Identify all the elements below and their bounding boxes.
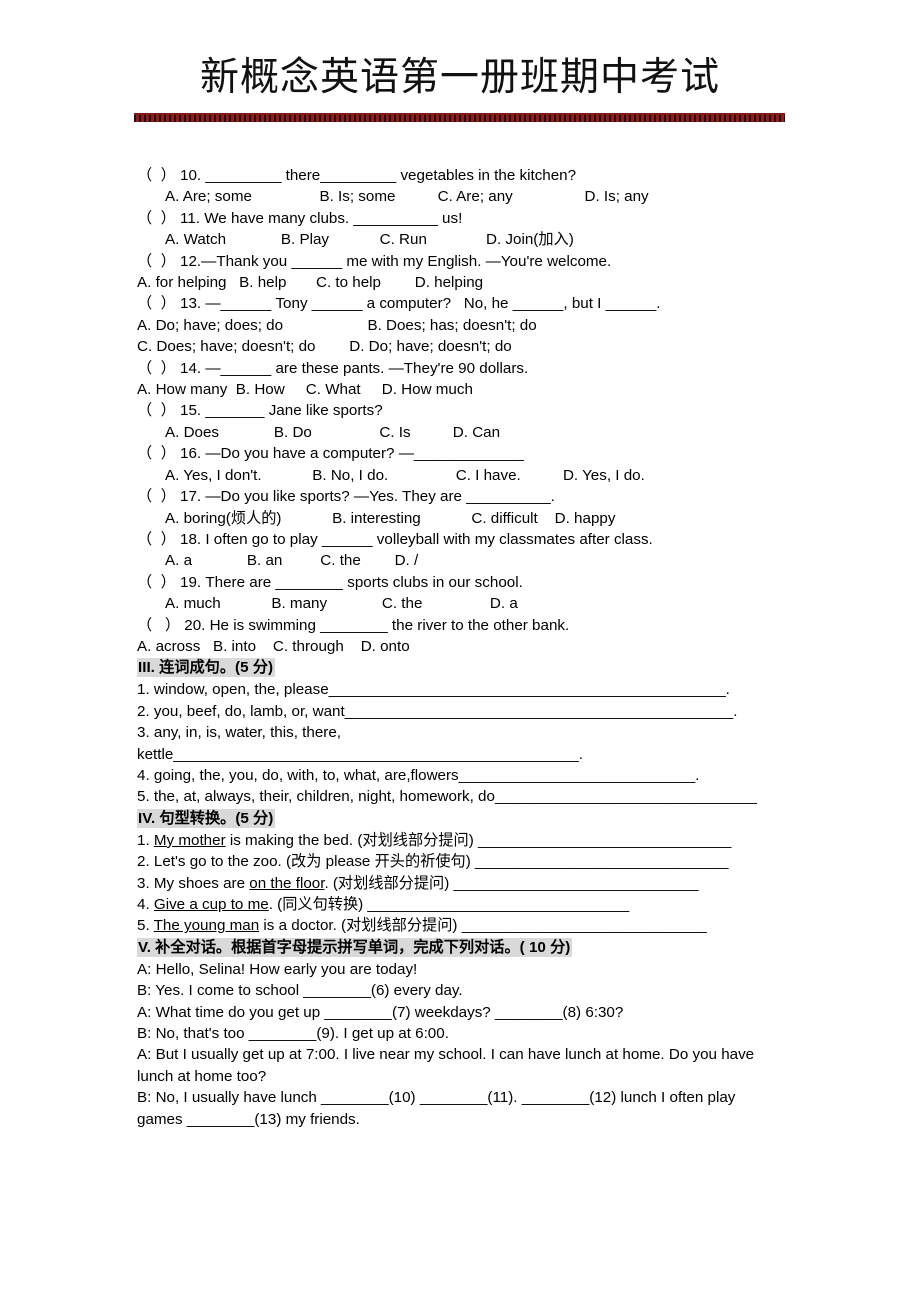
dialogue-line: A: But I usually get up at 7:00. I live … <box>137 1046 759 1085</box>
page-title: 新概念英语第一册班期中考试 <box>199 55 720 100</box>
transform-item-rest: Let's go to the zoo. (改为 please 开头的祈使句) … <box>153 853 729 871</box>
transform-item: 1. My mother is making the bed. (对划线部分提问… <box>137 830 785 851</box>
question-stem: （ ） 14. —______ are these pants. —They'r… <box>137 359 529 377</box>
question-stem: （ ） 15. _______ Jane like sports? <box>137 402 383 420</box>
section-heading-iii-text: III. 连词成句。(5 分) <box>137 658 276 678</box>
transform-item: 2. Let's go to the zoo. (改为 please 开头的祈使… <box>137 851 785 872</box>
question-stem: （ ） 17. —Do you like sports? —Yes. They … <box>137 488 555 506</box>
transform-item-prefix: 5. <box>137 917 154 935</box>
question-options: A. much B. many C. the D. a <box>165 595 518 613</box>
transform-item-rest: is making the bed. (对划线部分提问) ___________… <box>225 831 732 849</box>
transform-item-underlined: Give a cup to me <box>153 896 269 913</box>
transform-item-prefix: 3. My shoes are <box>137 874 250 892</box>
question-stem: （ ） 18. I often go to play ______ volley… <box>137 530 653 548</box>
exam-content: （ ） 10. _________ there_________ vegetab… <box>137 165 785 1130</box>
dialogue-line: A: Hello, Selina! How early you are toda… <box>137 960 418 978</box>
transform-item-rest: is a doctor. (对划线部分提问) _________________… <box>259 917 707 935</box>
question-options-second-row: C. Does; have; doesn't; do D. Do; have; … <box>137 338 512 356</box>
section-heading-v: V. 补全对话。根据首字母提示拼写单词，完成下列对话。( 10 分) <box>137 937 785 959</box>
sentence-order-item: 4. going, the, you, do, with, to, what, … <box>137 766 700 784</box>
sentence-order-item: 3. any, in, is, water, this, there, kett… <box>137 724 583 763</box>
section-heading-iv: IV. 句型转换。(5 分) <box>137 808 785 830</box>
dialogue-line: B: No, that's too ________(9). I get up … <box>137 1025 449 1043</box>
question-stem: （ ） 20. He is swimming ________ the rive… <box>137 616 570 634</box>
transform-item: 4. Give a cup to me. (同义句转换) ___________… <box>137 894 785 915</box>
question-options: A. Do; have; does; do B. Does; has; does… <box>137 316 537 334</box>
sentence-order-item: 5. the, at, always, their, children, nig… <box>137 788 757 806</box>
question-options: A. for helping B. help C. to help D. hel… <box>137 274 484 292</box>
question-stem: （ ） 11. We have many clubs. __________ u… <box>137 209 463 227</box>
question-stem: （ ） 10. _________ there_________ vegetab… <box>137 167 577 184</box>
transform-item-underlined: The young man <box>153 917 260 935</box>
question-stem: （ ） 16. —Do you have a computer? —______… <box>137 445 524 463</box>
question-stem: （ ） 13. —______ Tony ______ a computer? … <box>137 295 661 313</box>
question-options: A. boring(烦人的) B. interesting C. difficu… <box>165 509 616 527</box>
transform-item-rest: . (对划线部分提问) ____________________________… <box>324 874 699 892</box>
dialogue-line: A: What time do you get up ________(7) w… <box>137 1003 624 1021</box>
question-options: A. How many B. How C. What D. How much <box>137 381 473 399</box>
transform-item: 3. My shoes are on the floor. (对划线部分提问) … <box>137 873 785 894</box>
sentence-order-item: 1. window, open, the, please____________… <box>137 681 730 699</box>
question-options: A. across B. into C. through D. onto <box>137 637 410 655</box>
dialogue-line: B: Yes. I come to school ________(6) eve… <box>137 982 463 1000</box>
transform-item-prefix: 4. <box>137 896 154 913</box>
section-heading-v-text: V. 补全对话。根据首字母提示拼写单词，完成下列对话。( 10 分) <box>137 937 573 957</box>
transform-item-prefix: 2. <box>137 853 154 871</box>
question-options: A. Does B. Do C. Is D. Can <box>165 423 501 441</box>
exam-page: 新概念英语第一册班期中考试 （ ） 10. _________ there___… <box>0 0 920 1302</box>
question-stem: （ ） 12.—Thank you ______ me with my Engl… <box>137 252 612 270</box>
question-options: A. Yes, I don't. B. No, I do. C. I have.… <box>165 466 645 484</box>
transform-item-rest: . (同义句转换) ______________________________… <box>268 896 630 913</box>
title-divider <box>134 113 785 122</box>
question-stem: （ ） 19. There are ________ sports clubs … <box>137 573 523 591</box>
transform-item-underlined: on the floor <box>249 874 325 892</box>
question-options: A. Watch B. Play C. Run D. Join(加入) <box>165 231 574 249</box>
transform-item: 5. The young man is a doctor. (对划线部分提问) … <box>137 915 785 936</box>
sentence-order-item: 2. you, beef, do, lamb, or, want________… <box>137 702 738 720</box>
page-title-block: 新概念英语第一册班期中考试 <box>135 52 785 104</box>
dialogue-line: B: No, I usually have lunch ________(10)… <box>137 1089 740 1128</box>
question-options: A. Are; some B. Is; some C. Are; any D. … <box>165 188 649 206</box>
transform-item-prefix: 1. <box>137 831 154 849</box>
question-options: A. a B. an C. the D. / <box>165 552 419 570</box>
transform-item-underlined: My mother <box>153 831 226 849</box>
section-heading-iv-text: IV. 句型转换。(5 分) <box>137 808 276 828</box>
title-divider-body <box>134 115 785 122</box>
section-heading-iii: III. 连词成句。(5 分) <box>137 657 785 679</box>
